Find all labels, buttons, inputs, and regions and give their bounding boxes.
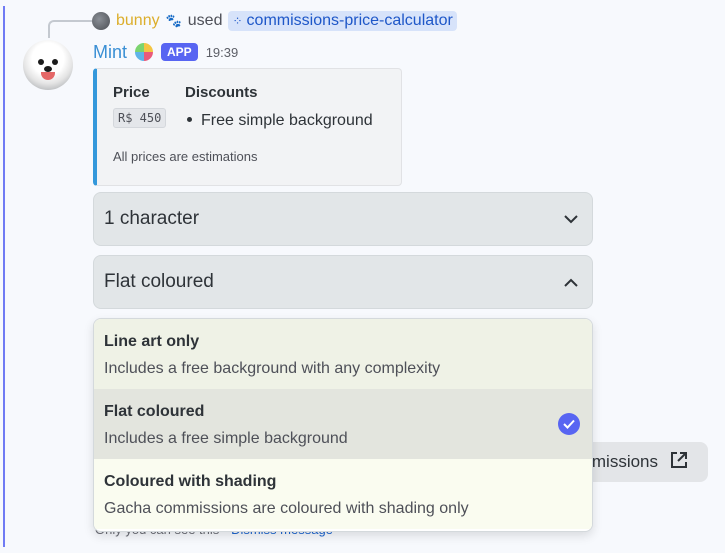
option-line-art[interactable]: Line art only Includes a free background… — [94, 319, 592, 389]
reply-connector — [48, 20, 92, 38]
message-container: bunny 🐾 used ⁘ commissions-price-calcula… — [0, 0, 725, 553]
option-coloured-shading[interactable]: Coloured with shading Gacha commissions … — [94, 459, 592, 529]
option-label: Coloured with shading — [104, 473, 277, 490]
character-count-value: 1 character — [104, 208, 200, 229]
app-badge: APP — [161, 43, 198, 61]
avatar-mouth — [41, 72, 55, 80]
character-count-select[interactable]: 1 character — [93, 192, 593, 246]
price-value: R$ 450 — [113, 108, 167, 128]
author-avatar[interactable] — [23, 40, 73, 90]
discount-list-item: Free simple background — [185, 112, 373, 130]
avatar-eye-left — [38, 59, 44, 65]
option-flat-coloured[interactable]: Flat coloured Includes a free simple bac… — [94, 389, 592, 459]
avatar-eye-right — [52, 59, 58, 65]
chevron-up-icon — [564, 274, 578, 290]
command-mention[interactable]: ⁘ commissions-price-calculator — [228, 11, 457, 31]
chevron-down-icon — [564, 211, 578, 227]
mention-highlight-bar — [3, 6, 5, 547]
option-description: Gacha commissions are coloured with shad… — [104, 500, 469, 517]
slash-command-icon: ⁘ — [232, 14, 243, 28]
option-label: Flat coloured — [104, 403, 205, 420]
style-select-value: Flat coloured — [104, 271, 214, 292]
lollipop-icon — [135, 43, 154, 61]
price-embed: Price Discounts R$ 450 Free simple backg… — [93, 68, 402, 186]
invoker-username[interactable]: bunny — [116, 12, 160, 30]
check-circle-icon — [558, 413, 580, 435]
style-dropdown-menu: Line art only Includes a free background… — [93, 318, 593, 532]
style-select[interactable]: Flat coloured — [93, 255, 593, 309]
discounts-field-label: Discounts — [185, 84, 258, 101]
external-link-icon — [670, 451, 688, 474]
option-label: Line art only — [104, 333, 200, 350]
bullet-icon — [187, 117, 192, 122]
paw-icon: 🐾 — [165, 13, 182, 28]
option-description: Includes a free background with any comp… — [104, 360, 441, 377]
option-description: Includes a free simple background — [104, 430, 348, 447]
discount-text: Free simple background — [201, 112, 373, 129]
invoker-avatar[interactable] — [92, 12, 110, 30]
message-header: Mint APP 19:39 — [93, 40, 238, 64]
commissions-link-label: missions — [591, 452, 658, 471]
author-name[interactable]: Mint — [93, 42, 127, 63]
command-invocation: bunny 🐾 used ⁘ commissions-price-calcula… — [92, 10, 457, 32]
used-label: used — [187, 12, 223, 29]
timestamp[interactable]: 19:39 — [206, 45, 239, 60]
command-name: commissions-price-calculator — [246, 12, 453, 29]
estimation-note: All prices are estimations — [113, 149, 258, 164]
price-field-label: Price — [113, 84, 150, 101]
